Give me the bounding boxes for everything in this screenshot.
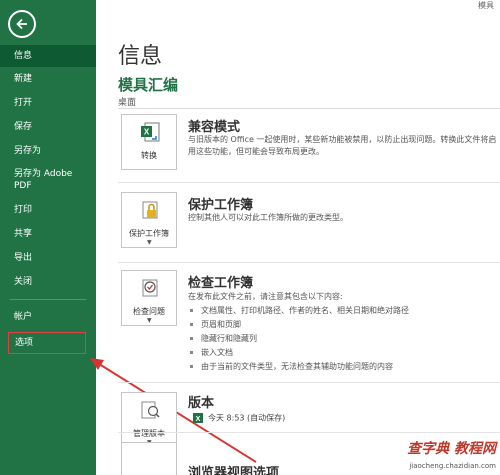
check-issues-button[interactable]: 检查问题 ▼ bbox=[121, 270, 177, 326]
version-entry-label: 今天 8:53 (自动保存) bbox=[208, 413, 286, 423]
watermark-url: jiaocheng.chazidian.com bbox=[409, 462, 496, 470]
watermark-brand: 查字典 教程网 bbox=[407, 441, 496, 457]
check-issues-label: 检查问题 bbox=[133, 307, 165, 316]
divider bbox=[118, 182, 500, 183]
manage-versions-label: 管理版本 bbox=[133, 429, 165, 438]
divider bbox=[118, 432, 500, 433]
section-desc-inspect: 在发布此文件之前，请注意其包含以下内容: bbox=[188, 292, 343, 301]
svg-text:X: X bbox=[144, 128, 150, 137]
list-item: 页眉和页脚 bbox=[190, 319, 241, 330]
section-title-versions: 版本 bbox=[188, 396, 215, 411]
divider bbox=[118, 262, 500, 263]
lock-icon bbox=[142, 201, 158, 219]
annotation-arrow bbox=[90, 358, 257, 463]
list-item: 隐藏行和隐藏列 bbox=[190, 333, 257, 344]
document-name: 模具汇编 bbox=[118, 76, 179, 94]
list-item: 嵌入文档 bbox=[190, 347, 233, 358]
chevron-down-icon: ▼ bbox=[147, 239, 152, 246]
excel-convert-icon: X bbox=[141, 122, 160, 142]
divider bbox=[118, 382, 500, 383]
browser-view-options-button[interactable] bbox=[121, 442, 177, 475]
window-title-fragment: 模具 bbox=[478, 1, 494, 10]
watermark: 查字典 教程网 jiaocheng.chazidian.com bbox=[365, 438, 500, 475]
section-title-inspect: 检查工作簿 bbox=[188, 276, 254, 291]
section-desc-protect: 控制其他人可以对此工作簿所做的更改类型。 bbox=[188, 213, 348, 222]
chevron-down-icon: ▼ bbox=[147, 317, 152, 324]
excel-file-icon: X bbox=[193, 413, 203, 423]
convert-label: 转换 bbox=[141, 151, 157, 160]
document-location: 桌面 bbox=[118, 98, 137, 108]
manage-versions-button[interactable]: 管理版本 ▼ bbox=[121, 392, 177, 448]
list-item: 文档属性、打印机路径、作者的姓名、相关日期和绝对路径 bbox=[190, 305, 409, 316]
protect-workbook-label: 保护工作簿 bbox=[129, 229, 169, 238]
section-title-protect: 保护工作簿 bbox=[188, 198, 254, 213]
page-title: 信息 bbox=[118, 44, 163, 69]
section-title-browser-view: 浏览器视图选项 bbox=[188, 466, 280, 475]
inspect-document-icon bbox=[142, 279, 158, 297]
list-item: 由于当前的文件类型，无法检查其辅助功能问题的内容 bbox=[190, 361, 393, 372]
section-desc-compat: 与旧版本的 Office 一起使用时，某些新功能被禁用，以防止出现问题。转换此文… bbox=[188, 135, 497, 156]
svg-text:X: X bbox=[196, 416, 201, 423]
section-title-compat: 兼容模式 bbox=[188, 120, 241, 135]
manage-versions-icon bbox=[141, 401, 160, 419]
version-entry[interactable]: X 今天 8:53 (自动保存) bbox=[192, 412, 285, 424]
protect-workbook-button[interactable]: 保护工作簿 ▼ bbox=[121, 192, 177, 248]
divider bbox=[118, 108, 500, 109]
convert-button[interactable]: X 转换 bbox=[121, 114, 177, 170]
